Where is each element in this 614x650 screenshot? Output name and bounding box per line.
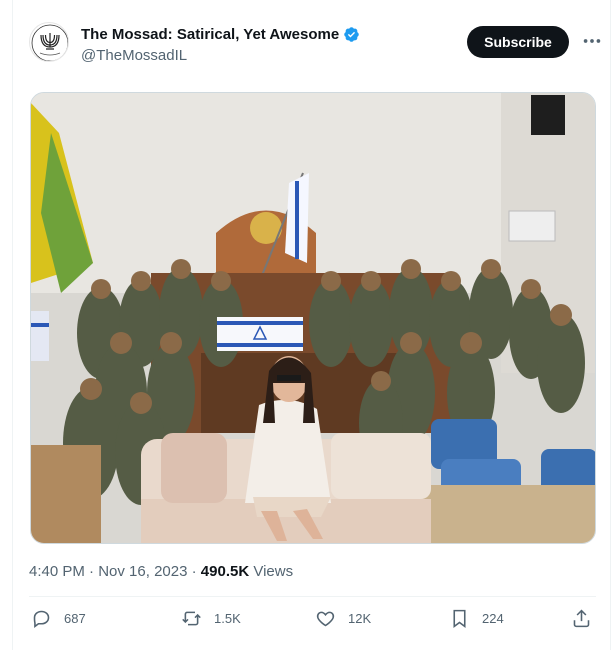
like-button[interactable]: 12K — [315, 608, 371, 629]
repost-count: 1.5K — [214, 611, 241, 626]
author-handle[interactable]: @TheMossadIL — [81, 47, 187, 64]
repost-button[interactable]: 1.5K — [181, 608, 241, 629]
more-icon[interactable] — [581, 30, 603, 52]
tweet-date[interactable]: Nov 16, 2023 — [98, 563, 187, 580]
author-avatar[interactable] — [29, 22, 69, 62]
tweet-card: The Mossad: Satirical, Yet Awesome @TheM… — [12, 0, 611, 650]
meta-separator: · — [89, 563, 95, 580]
author-name[interactable]: The Mossad: Satirical, Yet Awesome — [81, 26, 339, 43]
views-count: 490.5K — [200, 563, 250, 580]
verified-badge-icon — [344, 27, 359, 42]
menorah-emblem-icon — [31, 24, 68, 61]
author-name-row: The Mossad: Satirical, Yet Awesome — [81, 26, 360, 43]
share-button[interactable] — [571, 608, 592, 629]
reply-button[interactable]: 687 — [31, 608, 86, 629]
reply-count: 687 — [64, 611, 86, 626]
bookmark-button[interactable]: 224 — [449, 608, 504, 629]
photo-image — [31, 93, 595, 543]
repost-icon — [182, 611, 201, 626]
divider-top — [29, 596, 596, 597]
tweet-time[interactable]: 4:40 PM — [29, 563, 85, 580]
like-count: 12K — [348, 611, 372, 626]
tweet-meta: 4:40 PM · Nov 16, 2023 · 490.5K Views — [29, 563, 293, 580]
meta-separator-2: · — [191, 563, 197, 580]
share-icon — [573, 609, 590, 628]
action-bar: 687 1.5K 12K 224 — [29, 604, 596, 638]
like-icon — [316, 611, 335, 627]
subscribe-button[interactable]: Subscribe — [467, 26, 569, 58]
bookmark-icon — [453, 609, 466, 628]
tweet-photo[interactable] — [30, 92, 596, 544]
views-label: Views — [253, 563, 294, 580]
bookmark-count: 224 — [482, 611, 504, 626]
reply-icon — [33, 610, 50, 628]
